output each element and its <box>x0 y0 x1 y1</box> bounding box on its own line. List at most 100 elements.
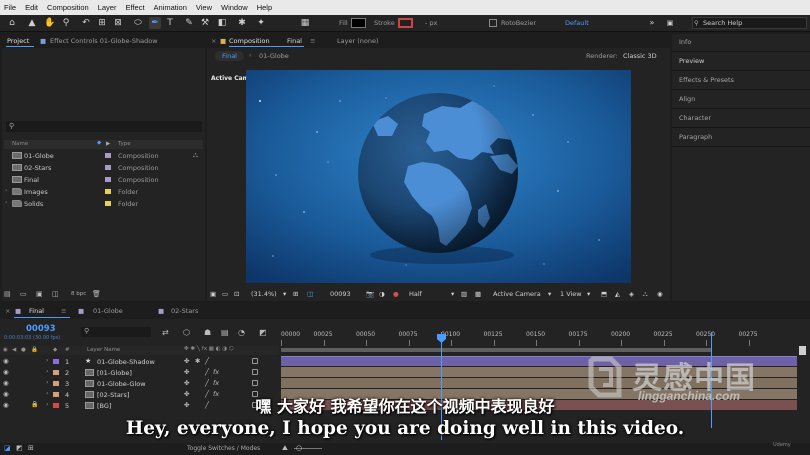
clone-stamp-tool-icon[interactable]: ⚒ <box>199 17 211 29</box>
panel-menu-icon[interactable]: ≡ <box>61 307 66 315</box>
shy-switch-icon[interactable]: ✤ <box>184 357 189 365</box>
panel-paragraph[interactable]: Paragraph <box>679 133 712 141</box>
title-safe-icon[interactable]: ⊞ <box>293 290 298 298</box>
project-item[interactable]: 01-Globe Composition ⛬ <box>4 150 203 161</box>
quality-switch-icon[interactable]: ╱ <box>205 357 209 365</box>
frame-blending-icon[interactable]: ▤ <box>221 328 229 337</box>
magnification-dropdown[interactable]: (31.4%) <box>251 290 277 298</box>
panel-effects-presets[interactable]: Effects & Presets <box>679 76 734 84</box>
draft-3d-icon[interactable]: ◈ <box>629 290 634 298</box>
tab-effect-controls[interactable]: Effect Controls 01-Globe-Shadow <box>50 37 158 45</box>
trash-icon[interactable]: 🗑 <box>92 290 101 298</box>
flowchart-icon[interactable]: ⛬ <box>643 290 648 299</box>
modes-icon[interactable]: ◩ <box>16 444 23 452</box>
region-of-interest-icon[interactable]: ◫ <box>307 290 313 298</box>
composition-viewer[interactable] <box>246 70 631 283</box>
hand-tool-icon[interactable]: ✋ <box>44 17 56 29</box>
current-time-display[interactable]: 00093 <box>330 290 351 298</box>
close-icon[interactable]: × <box>211 37 216 45</box>
camera-view-dropdown[interactable]: Active Camera <box>493 290 541 298</box>
expand-arrow-icon[interactable]: › <box>46 368 48 375</box>
view-layout-dropdown[interactable]: 1 View <box>560 290 582 298</box>
channel-icon[interactable]: ● <box>393 290 399 298</box>
timeline-tab-globe[interactable]: 01-Globe <box>93 307 123 315</box>
layer-name-header[interactable]: Layer Name <box>87 347 120 353</box>
tab-composition-name[interactable]: Final <box>287 37 302 45</box>
zoom-tool-icon[interactable]: ⚲ <box>60 17 72 29</box>
project-item[interactable]: › Solids Folder <box>4 198 203 209</box>
menu-edit[interactable]: Edit <box>25 3 38 12</box>
search-help-input[interactable]: ⚲ Search Help <box>692 17 807 29</box>
panel-preview[interactable]: Preview <box>679 57 704 65</box>
table-row[interactable]: ◉ › 3 01-Globe-Glow ✤ ╱ fx <box>0 378 279 389</box>
label-color[interactable] <box>53 359 59 364</box>
shy-switch-icon[interactable]: ✤ <box>184 368 189 376</box>
time-ruler[interactable]: 00000 00025 00050 00075 00100 00125 00150 00175… <box>281 326 797 348</box>
menu-composition[interactable]: Composition <box>47 3 89 12</box>
reset-exposure-icon[interactable]: ◉ <box>657 290 663 298</box>
panel-align[interactable]: Align <box>679 95 695 103</box>
puppet-tool-icon[interactable]: ✦ <box>255 17 267 29</box>
fx-icon[interactable]: fx <box>213 379 219 387</box>
label-color[interactable] <box>105 153 111 158</box>
label-color[interactable] <box>105 189 111 194</box>
quality-switch-icon[interactable]: ╱ <box>205 368 209 376</box>
shy-switch-icon[interactable]: ✤ <box>184 379 189 387</box>
layer-switches-icon[interactable]: ◪ <box>4 444 11 452</box>
table-row[interactable]: ◉ › 1 ★ 01-Globe-Shadow ✤ ✱ ╱ <box>0 356 279 367</box>
label-color[interactable] <box>105 201 111 206</box>
3d-layer-icon[interactable] <box>252 369 258 375</box>
timeline-tab-stars[interactable]: 02-Stars <box>171 307 198 315</box>
new-folder-icon[interactable]: ▭ <box>20 290 27 298</box>
graph-editor-icon[interactable]: ◩ <box>259 328 267 337</box>
work-area-bar[interactable] <box>281 348 711 352</box>
panel-character[interactable]: Character <box>679 114 711 122</box>
label-color[interactable] <box>53 381 59 386</box>
shy-icon[interactable]: ☗ <box>204 328 211 337</box>
draft-3d-icon[interactable]: ⬡ <box>183 328 190 337</box>
pen-tool-icon[interactable]: ✒ <box>149 17 161 29</box>
timeline-tab-final[interactable]: Final <box>29 307 44 315</box>
menu-animation[interactable]: Animation <box>154 3 187 12</box>
workspace-more-icon[interactable]: » <box>646 17 658 29</box>
sync-settings-icon[interactable]: ▣ <box>664 17 676 29</box>
3d-layer-icon[interactable] <box>252 380 258 386</box>
comp-nav-globe[interactable]: 01-Globe <box>259 52 289 60</box>
eye-icon[interactable]: ◉ <box>3 379 9 387</box>
tab-layer[interactable]: Layer (none) <box>337 37 378 45</box>
timeline-current-time[interactable]: 00093 <box>26 324 56 334</box>
menu-layer[interactable]: Layer <box>98 3 117 12</box>
toggle-switches-modes[interactable]: Toggle Switches / Modes <box>187 445 260 452</box>
transparency-grid-icon[interactable]: ▩ <box>475 290 481 298</box>
project-search-input[interactable]: ⚲ <box>6 121 202 132</box>
tab-composition-prefix[interactable]: Composition <box>229 37 270 45</box>
show-snapshot-icon[interactable]: ◑ <box>379 290 385 298</box>
grid-icon[interactable]: ⊡ <box>234 290 239 298</box>
ellipse-tool-icon[interactable]: ⬭ <box>132 17 144 29</box>
panel-menu-icon[interactable]: ≡ <box>310 37 315 45</box>
fill-color-swatch[interactable] <box>351 18 366 28</box>
project-item[interactable]: › Images Folder <box>4 186 203 197</box>
expand-arrow-icon[interactable]: › <box>46 357 48 364</box>
bpc-indicator[interactable]: 8 bpc <box>71 291 86 297</box>
zoom-out-icon[interactable]: ⛰ <box>282 444 288 453</box>
workspace-default[interactable]: Default <box>565 19 589 27</box>
in-out-icon[interactable]: ⊞ <box>28 444 34 452</box>
lock-icon[interactable]: ■ <box>220 37 226 45</box>
close-icon[interactable]: × <box>5 307 10 315</box>
roto-brush-tool-icon[interactable]: ✱ <box>236 17 248 29</box>
expand-arrow-icon[interactable]: › <box>46 379 48 386</box>
project-settings-icon[interactable]: ◫ <box>52 290 59 298</box>
quality-switch-icon[interactable]: ╱ <box>205 379 209 387</box>
motion-blur-icon[interactable]: ◭ <box>615 290 620 298</box>
stroke-color-swatch[interactable] <box>398 18 413 28</box>
fast-previews-icon[interactable]: ▨ <box>461 290 467 298</box>
eye-icon[interactable]: ◉ <box>3 357 9 365</box>
eye-icon[interactable]: ◉ <box>3 368 9 376</box>
type-tool-icon[interactable]: T <box>164 17 176 29</box>
menu-file[interactable]: File <box>4 3 16 12</box>
3d-layer-icon[interactable] <box>252 358 258 364</box>
rotobezier-checkbox[interactable] <box>489 19 497 27</box>
home-icon[interactable]: ⌂ <box>6 17 18 29</box>
pan-behind-tool-icon[interactable]: ⊠ <box>112 17 124 29</box>
